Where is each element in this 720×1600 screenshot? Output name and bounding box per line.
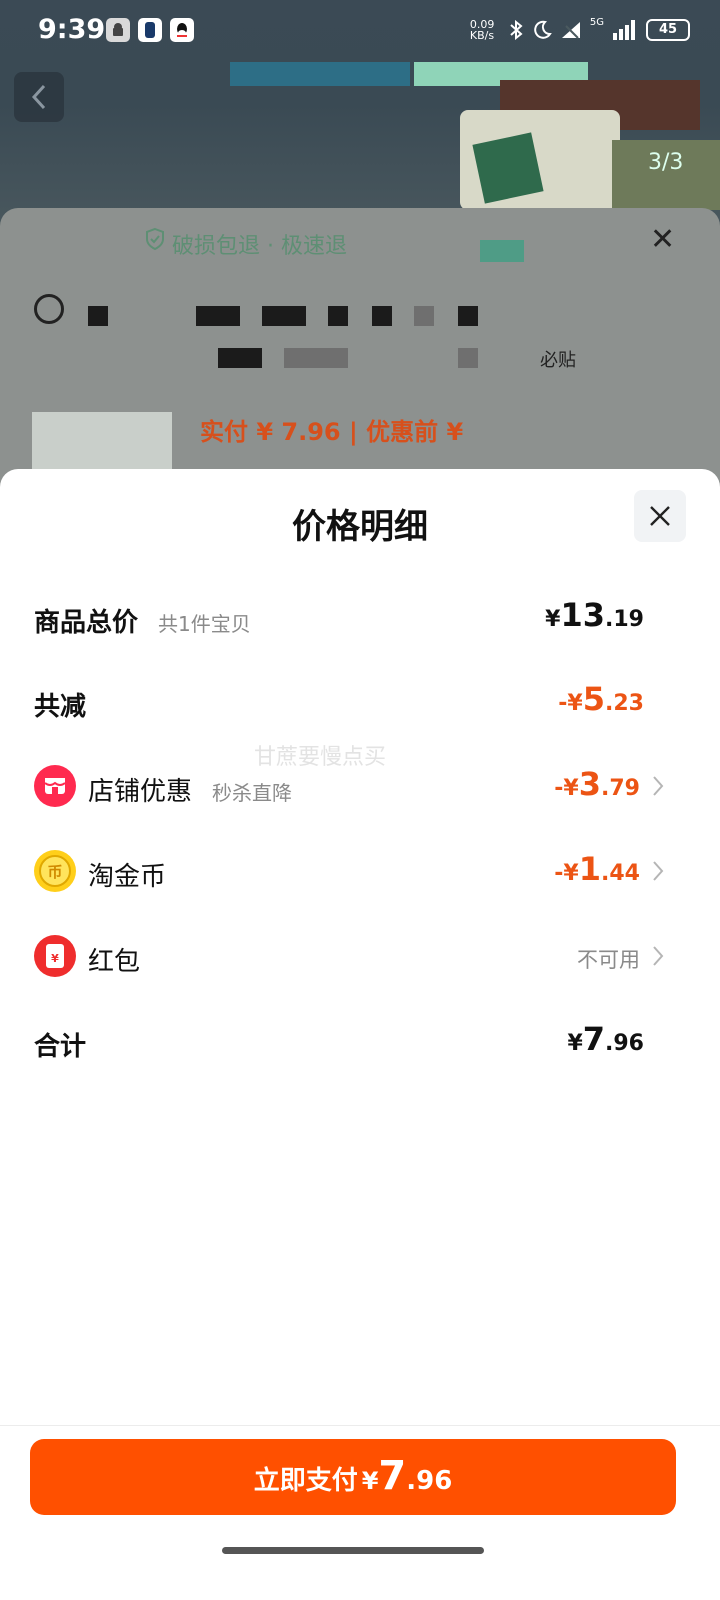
total-amount: ¥7.96 xyxy=(567,1020,644,1058)
redacted-text xyxy=(480,240,524,262)
svg-text:币: 币 xyxy=(47,863,62,881)
total-discount-row: 共减 -¥5.23 xyxy=(0,676,720,726)
moon-icon xyxy=(534,20,552,39)
shop-discount-label: 店铺优惠 xyxy=(88,777,193,807)
status-bar: 9:39 0.09 KB/s 5G 45 xyxy=(0,0,720,62)
chevron-left-icon xyxy=(31,84,46,110)
chevron-right-icon xyxy=(652,945,664,973)
address-suffix: 必贴 xyxy=(540,350,576,371)
subtotal-row: 商品总价 共1件宝贝 ¥13.19 xyxy=(0,592,720,642)
bluetooth-icon xyxy=(510,20,523,40)
total-label: 合计 xyxy=(34,1032,87,1062)
qq-icon xyxy=(170,18,194,42)
battery-icon: 45 xyxy=(646,19,690,41)
footer-divider xyxy=(0,1425,720,1426)
background-price-text: 实付 ¥ 7.96 | 优惠前 ¥ xyxy=(200,418,464,446)
red-packet-icon: ¥ xyxy=(34,935,76,977)
item-count: 共1件宝贝 xyxy=(158,612,251,636)
gold-coin-row[interactable]: 币 淘金币 -¥1.44 xyxy=(0,846,720,896)
product-photo xyxy=(472,132,544,204)
gold-coin-icon: 币 xyxy=(34,850,76,892)
redacted-text xyxy=(218,348,262,368)
total-discount-amount: -¥5.23 xyxy=(558,680,644,718)
red-packet-status: 不可用 xyxy=(577,948,640,972)
redacted-text xyxy=(414,306,434,326)
redacted-text xyxy=(88,306,108,326)
image-page-counter: 3/3 xyxy=(648,150,684,175)
wifi-icon xyxy=(561,22,580,39)
shop-discount-row[interactable]: 店铺优惠 秒杀直降 -¥3.79 xyxy=(0,761,720,811)
redacted-text xyxy=(262,306,306,326)
close-icon xyxy=(650,506,670,526)
status-time: 9:39 xyxy=(38,14,106,45)
shop-discount-amount: -¥3.79 xyxy=(554,765,640,803)
subtotal-amount: ¥13.19 xyxy=(545,596,644,634)
status-indicators: 0.09 KB/s 5G 45 xyxy=(470,16,690,44)
android-icon xyxy=(106,18,130,42)
gold-coin-label: 淘金币 xyxy=(88,862,167,892)
signal-label: 5G xyxy=(589,16,604,28)
pay-now-label: 立即支付 xyxy=(253,1466,358,1496)
guarantee-banner: 破损包退 · 极速退 xyxy=(172,234,347,259)
chevron-right-icon xyxy=(652,860,664,888)
redacted-text xyxy=(372,306,392,326)
signal-icon xyxy=(613,20,635,40)
redacted-text xyxy=(196,306,240,326)
shop-icon xyxy=(34,765,76,807)
blurred-region xyxy=(230,62,410,86)
price-detail-sheet: 价格明细 甘蔗要慢点买 商品总价 共1件宝贝 ¥13.19 共减 -¥5.23 … xyxy=(0,469,720,1600)
net-speed: 0.09 KB/s xyxy=(469,18,495,42)
app-icon xyxy=(138,18,162,42)
home-indicator[interactable] xyxy=(222,1547,484,1554)
shop-discount-type: 秒杀直降 xyxy=(212,781,292,805)
total-row: 合计 ¥7.96 xyxy=(0,1016,720,1066)
gold-coin-amount: -¥1.44 xyxy=(554,850,640,888)
redacted-text xyxy=(284,348,348,368)
red-packet-label: 红包 xyxy=(88,947,141,977)
redacted-text xyxy=(458,348,478,368)
order-panel-close-icon[interactable]: ✕ xyxy=(650,222,675,257)
sheet-title: 价格明细 xyxy=(292,507,428,547)
location-icon xyxy=(34,294,64,324)
back-button[interactable] xyxy=(14,72,64,122)
pay-now-button[interactable]: 立即支付 ¥7.96 xyxy=(30,1439,676,1515)
subtotal-label: 商品总价 xyxy=(34,608,139,638)
red-packet-row[interactable]: ¥ 红包 不可用 xyxy=(0,931,720,981)
total-discount-label: 共减 xyxy=(34,692,87,722)
chevron-right-icon xyxy=(652,775,664,803)
shield-check-icon xyxy=(146,227,164,251)
close-button[interactable] xyxy=(634,490,686,542)
redacted-text xyxy=(328,306,348,326)
product-thumbnail[interactable] xyxy=(32,412,172,470)
redacted-text xyxy=(458,306,478,326)
svg-text:¥: ¥ xyxy=(51,952,59,965)
